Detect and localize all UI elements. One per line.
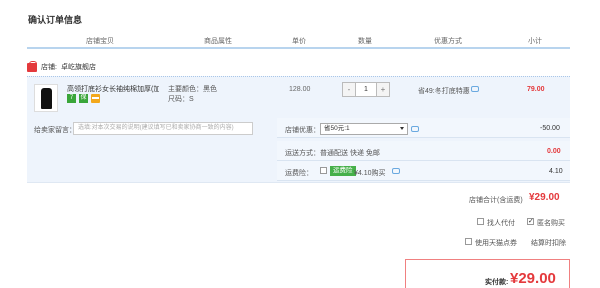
insurance-checkbox[interactable]	[320, 167, 327, 174]
shop-promo-amount: -50.00	[540, 125, 560, 132]
attr-size: 尺码：S	[168, 96, 194, 103]
anonymous-checkbox[interactable]	[527, 218, 534, 225]
settle-time-note: 结算时扣除	[531, 240, 566, 247]
column-header-quantity: 数量	[358, 38, 372, 45]
shop-promo-selected: 省50元:1	[324, 125, 350, 132]
item-subtotal: 79.00	[527, 86, 545, 93]
payment-label: 实付款:	[485, 279, 509, 286]
item-thumbnail[interactable]	[34, 84, 58, 112]
column-header-subtotal: 小计	[528, 38, 542, 45]
credit-card-icon	[91, 94, 100, 103]
anonymous-label: 匿名购买	[537, 220, 565, 227]
item-promo: 省49:冬打底特惠	[418, 88, 470, 95]
message-input[interactable]: 选填:对本次交易的说明(建议填写已和卖家协商一致的内容)	[73, 122, 253, 135]
shipping-label: 运送方式：	[285, 150, 320, 157]
column-header-discount: 优惠方式	[434, 38, 462, 45]
chat-icon[interactable]	[471, 86, 479, 92]
page-title: 确认订单信息	[28, 15, 83, 25]
quantity-stepper: - 1 +	[342, 82, 390, 97]
shop-name[interactable]: 卓屹旗舰店	[61, 62, 96, 72]
unit-price: 128.00	[289, 86, 311, 93]
guarantee-badge: 保	[79, 94, 88, 103]
column-header-unit-price: 单价	[292, 38, 306, 45]
seven-day-return-badge: 7	[67, 94, 76, 103]
proxy-pay-checkbox[interactable]	[477, 218, 484, 225]
shipping-method: 普通配送 快递 免邮	[320, 150, 380, 157]
coupon-label: 使用天猫点券	[475, 240, 517, 247]
column-header-attributes: 商品属性	[204, 38, 232, 45]
shop-total-amount: ¥29.00	[529, 192, 560, 203]
insurance-info-icon[interactable]	[392, 168, 400, 174]
shop-row: 店铺: 卓屹旗舰店	[27, 59, 96, 75]
shop-total-label: 店铺合计(含运费)	[469, 197, 523, 204]
insurance-amount: 4.10	[549, 168, 563, 175]
attr-color: 主要颜色：黑色	[168, 86, 217, 93]
promo-info-icon[interactable]	[411, 126, 419, 132]
header-divider	[27, 47, 570, 49]
coupon-checkbox[interactable]	[465, 238, 472, 245]
insurance-tag: 运费险	[330, 166, 356, 176]
item-title-link[interactable]: 高领打底衫女长袖纯棉加厚(加...	[67, 84, 159, 94]
shop-promo-label: 店铺优惠：	[285, 127, 320, 134]
column-header-shop-item: 店铺宝贝	[86, 38, 114, 45]
qty-increase-button[interactable]: +	[377, 83, 389, 96]
shop-icon	[27, 60, 37, 72]
proxy-pay-label: 找人代付	[487, 220, 515, 227]
payment-amount: ¥29.00	[510, 270, 556, 287]
shipping-amount: 0.00	[547, 148, 561, 155]
shop-label: 店铺:	[41, 64, 57, 71]
quantity-input[interactable]: 1	[355, 83, 377, 96]
shop-promo-select[interactable]: 省50元:1	[320, 123, 408, 135]
insurance-label: 运费险：	[285, 170, 313, 177]
insurance-price: ¥4.10购买	[354, 170, 386, 177]
qty-decrease-button[interactable]: -	[343, 83, 355, 96]
dropdown-arrow-icon	[400, 127, 404, 130]
item-row	[27, 76, 570, 119]
message-label: 给卖家留言：	[34, 127, 76, 134]
sweater-image	[41, 88, 52, 109]
